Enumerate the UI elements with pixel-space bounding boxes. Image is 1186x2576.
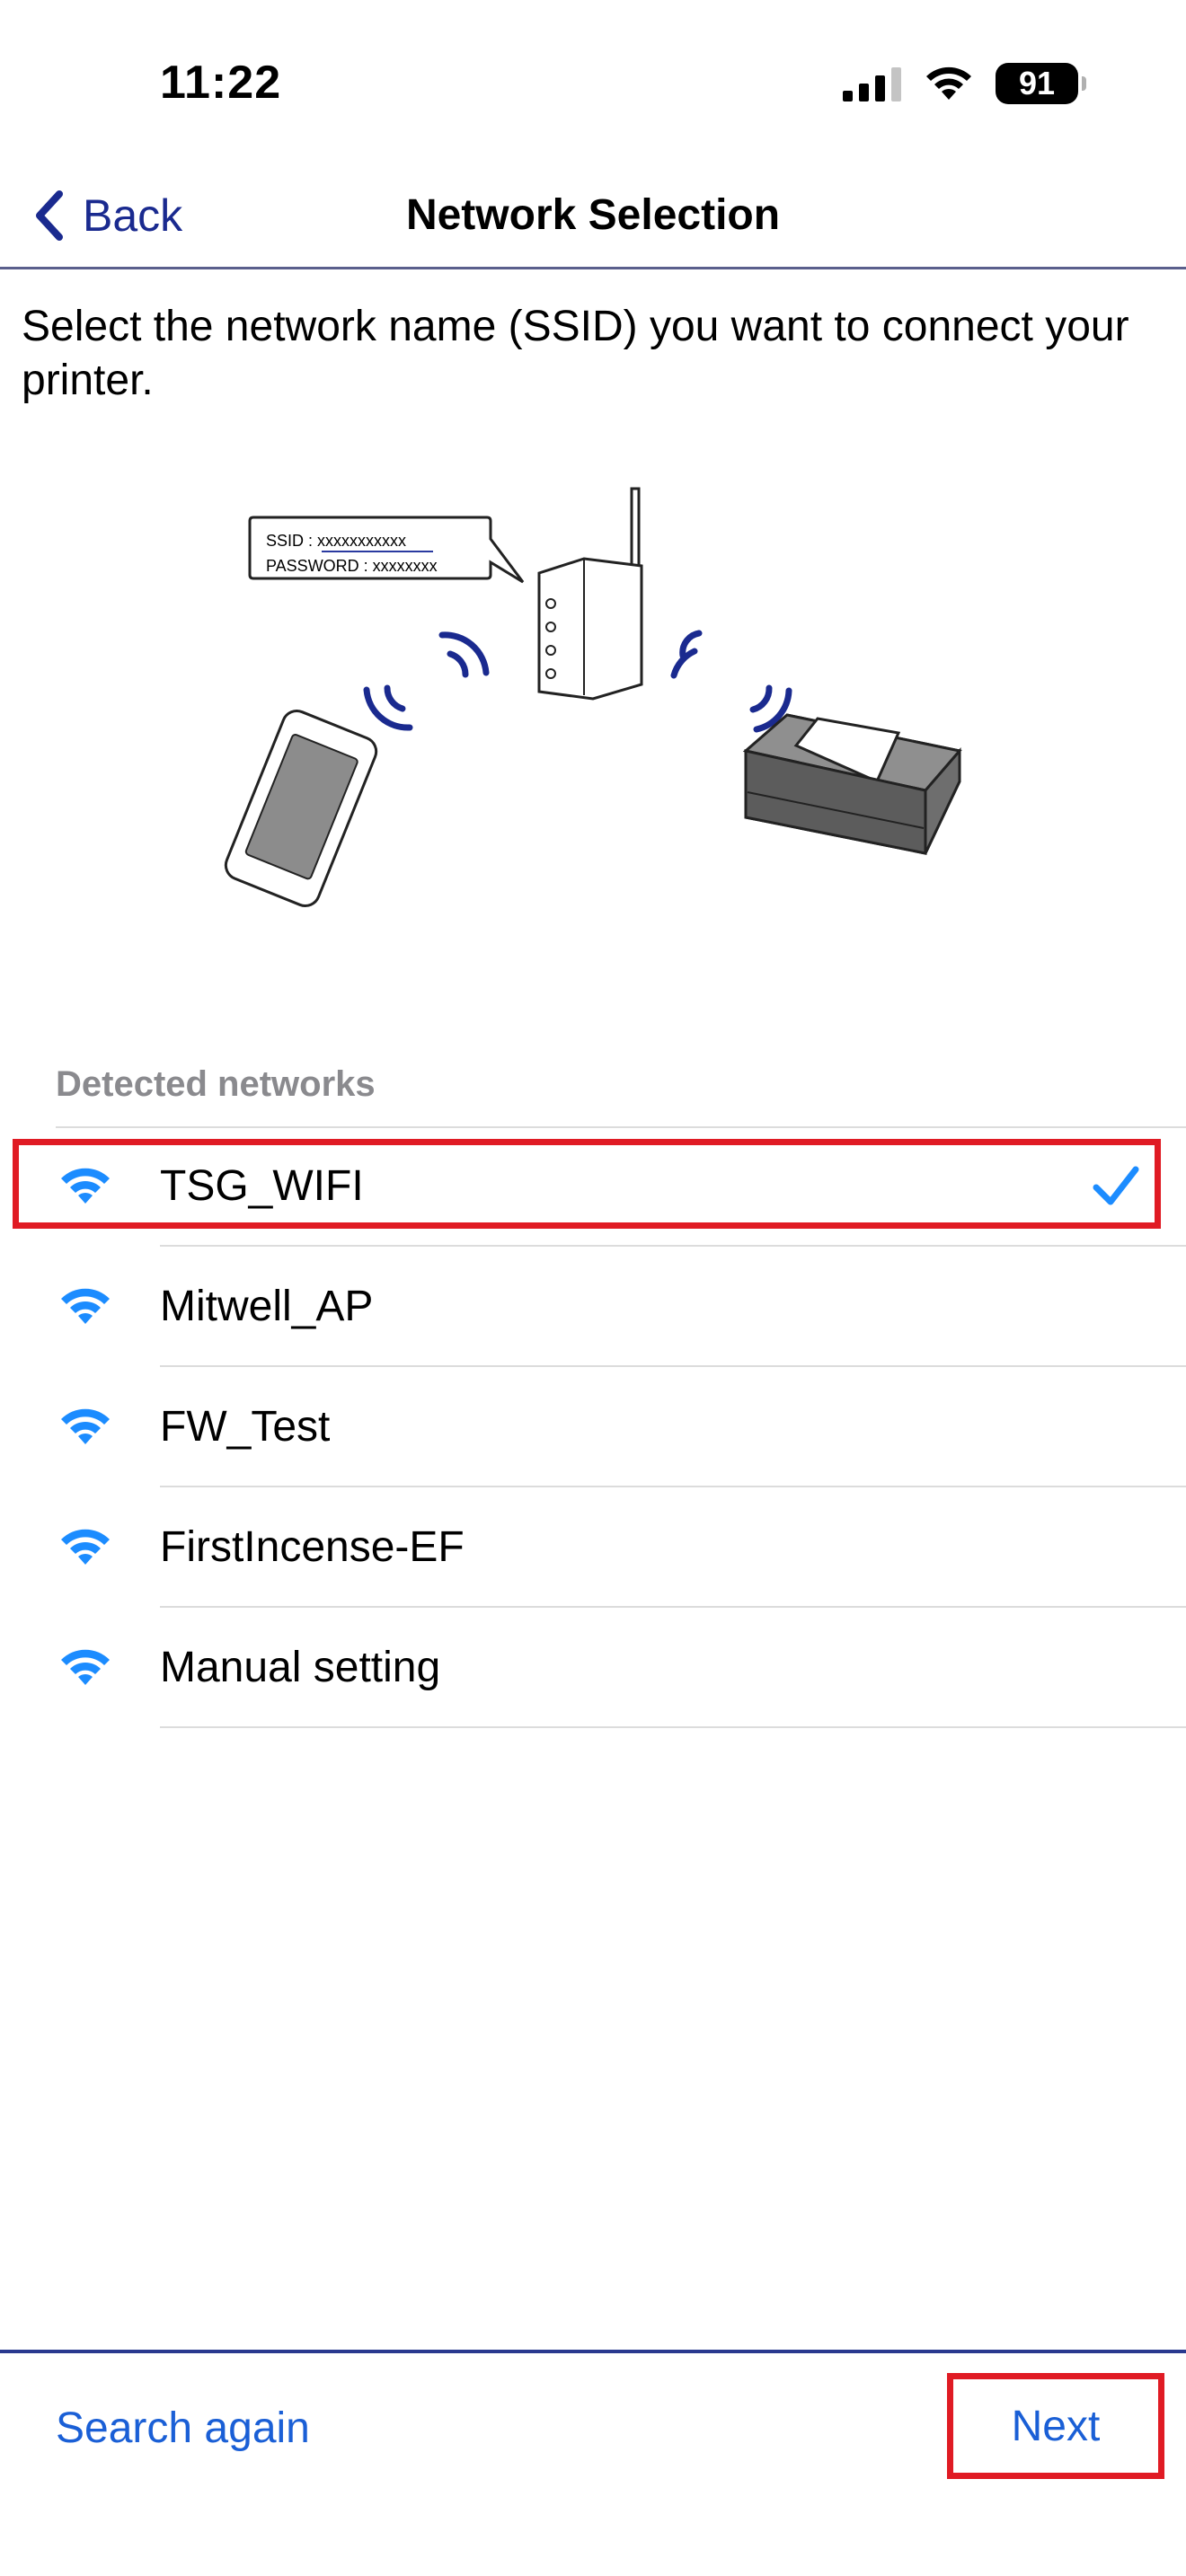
router-icon	[537, 487, 643, 701]
cellular-signal-icon	[843, 67, 901, 101]
wifi-status-icon	[926, 66, 971, 100]
wifi-icon	[61, 1168, 110, 1204]
battery-icon: 91	[996, 63, 1086, 104]
network-setup-illustration: SSID : xxxxxxxxxxx PASSWORD : xxxxxxxx	[224, 487, 962, 907]
credentials-bubble: SSID : xxxxxxxxxxx PASSWORD : xxxxxxxx	[248, 516, 525, 584]
status-bar: 11:22 91	[0, 0, 1186, 171]
wifi-icon	[61, 1649, 110, 1685]
detected-networks-header: Detected networks	[56, 1064, 376, 1104]
row-divider	[160, 1726, 1186, 1728]
wifi-icon	[61, 1408, 110, 1444]
network-name: Mitwell_AP	[160, 1283, 374, 1330]
network-name: TSG_WIFI	[160, 1162, 364, 1210]
next-label: Next	[1011, 2402, 1101, 2450]
printer-icon	[742, 713, 962, 855]
network-row-fw-test[interactable]: FW_Test	[0, 1367, 1186, 1487]
network-name: FW_Test	[160, 1403, 331, 1451]
status-icons: 91	[843, 63, 1086, 104]
network-row-mitwell-ap[interactable]: Mitwell_AP	[0, 1247, 1186, 1367]
page-title: Network Selection	[405, 191, 781, 239]
ssid-caption: SSID : xxxxxxxxxxx	[266, 532, 406, 550]
wifi-icon	[61, 1529, 110, 1565]
network-row-tsg-wifi[interactable]: TSG_WIFI	[0, 1126, 1186, 1247]
search-again-button[interactable]: Search again	[56, 2404, 310, 2453]
next-button[interactable]: Next	[947, 2373, 1164, 2479]
network-row-firstincense-ef[interactable]: FirstIncense-EF	[0, 1487, 1186, 1608]
checkmark-icon	[1093, 1166, 1139, 1205]
network-name: FirstIncense-EF	[160, 1523, 465, 1571]
status-time: 11:22	[160, 57, 282, 109]
password-caption: PASSWORD : xxxxxxxx	[266, 557, 438, 575]
bottom-toolbar: Search again Next	[0, 2350, 1186, 2576]
wifi-icon	[61, 1288, 110, 1324]
network-name: Manual setting	[160, 1644, 441, 1691]
smartphone-icon	[224, 710, 378, 907]
network-row-manual-setting[interactable]: Manual setting	[0, 1608, 1186, 1728]
navigation-bar: Back Network Selection	[0, 171, 1186, 269]
instruction-text: Select the network name (SSID) you want …	[22, 303, 1129, 404]
